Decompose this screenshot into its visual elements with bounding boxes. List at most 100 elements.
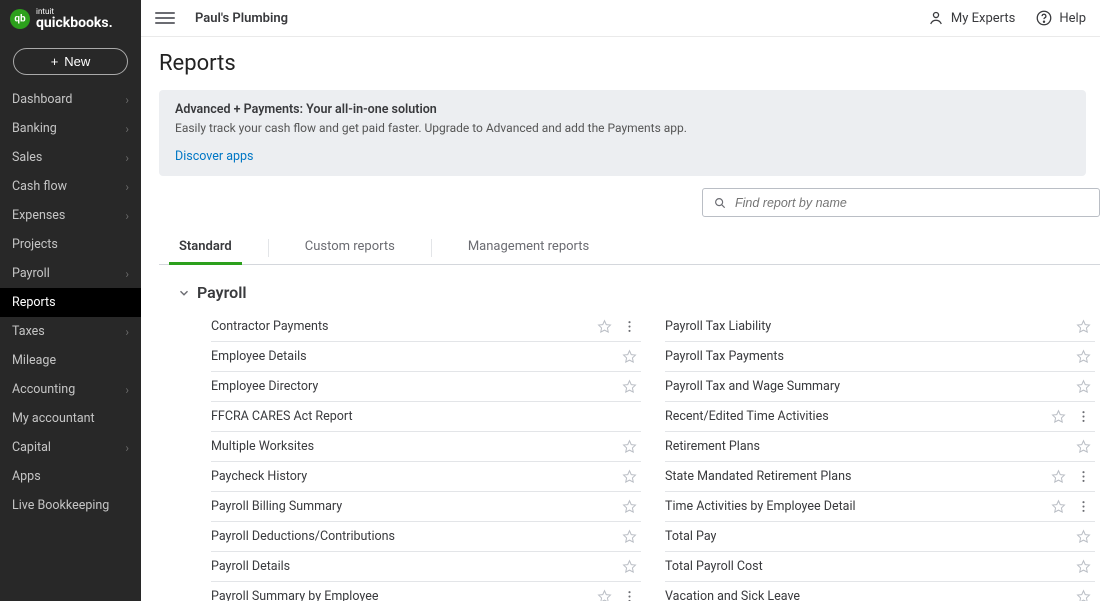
my-experts-link[interactable]: My Experts (927, 9, 1015, 27)
page-title: Reports (159, 51, 1100, 76)
star-icon[interactable] (622, 559, 637, 574)
report-link[interactable]: Payroll Tax and Wage Summary (665, 379, 840, 394)
more-icon[interactable] (622, 589, 637, 601)
tab-custom-reports[interactable]: Custom reports (305, 231, 395, 264)
new-button-label: New (64, 54, 90, 69)
report-link[interactable]: Time Activities by Employee Detail (665, 499, 856, 514)
promo-link[interactable]: Discover apps (175, 149, 254, 164)
row-actions (622, 439, 637, 454)
star-icon[interactable] (597, 319, 612, 334)
report-link[interactable]: FFCRA CARES Act Report (211, 409, 353, 424)
star-icon[interactable] (622, 439, 637, 454)
search-row (159, 188, 1100, 217)
company-name: Paul's Plumbing (195, 11, 288, 26)
brand-logo[interactable]: intuit quickbooks. (0, 0, 141, 42)
chevron-right-icon: › (125, 383, 129, 397)
report-link[interactable]: Payroll Summary by Employee (211, 589, 378, 601)
star-icon[interactable] (622, 379, 637, 394)
sidebar-item-cash-flow[interactable]: Cash flow› (0, 172, 141, 201)
new-button[interactable]: + New (13, 48, 128, 75)
my-experts-label: My Experts (951, 11, 1015, 26)
promo-heading: Advanced + Payments: Your all-in-one sol… (175, 102, 1070, 117)
sidebar-item-accounting[interactable]: Accounting› (0, 375, 141, 404)
row-actions (1051, 469, 1091, 484)
sidebar-item-banking[interactable]: Banking› (0, 114, 141, 143)
report-row: State Mandated Retirement Plans (665, 462, 1095, 492)
star-icon[interactable] (1076, 379, 1091, 394)
tab-standard[interactable]: Standard (179, 231, 232, 264)
section-header-payroll[interactable]: Payroll (177, 283, 1100, 302)
sidebar-item-capital[interactable]: Capital› (0, 433, 141, 462)
more-icon[interactable] (1076, 469, 1091, 484)
star-icon[interactable] (622, 349, 637, 364)
star-icon[interactable] (1076, 319, 1091, 334)
star-icon[interactable] (622, 499, 637, 514)
more-icon[interactable] (622, 319, 637, 334)
star-icon[interactable] (1051, 469, 1066, 484)
sidebar-item-sales[interactable]: Sales› (0, 143, 141, 172)
tab-management-reports[interactable]: Management reports (468, 231, 589, 264)
more-icon[interactable] (1076, 409, 1091, 424)
star-icon[interactable] (622, 469, 637, 484)
row-actions (597, 589, 637, 601)
help-icon (1035, 9, 1053, 27)
report-link[interactable]: Employee Directory (211, 379, 318, 394)
sidebar-item-taxes[interactable]: Taxes› (0, 317, 141, 346)
report-link[interactable]: Paycheck History (211, 469, 307, 484)
report-row: Total Pay (665, 522, 1095, 552)
sidebar-item-reports[interactable]: Reports (0, 288, 141, 317)
report-link[interactable]: State Mandated Retirement Plans (665, 469, 851, 484)
report-link[interactable]: Recent/Edited Time Activities (665, 409, 829, 424)
report-link[interactable]: Total Payroll Cost (665, 559, 763, 574)
tabs: Standard Custom reports Management reports (159, 231, 1100, 265)
row-actions (1076, 379, 1091, 394)
report-row: Multiple Worksites (211, 432, 641, 462)
more-icon[interactable] (1076, 499, 1091, 514)
star-icon[interactable] (1076, 439, 1091, 454)
content: Reports Advanced + Payments: Your all-in… (141, 37, 1100, 601)
row-actions (622, 469, 637, 484)
row-actions (1076, 529, 1091, 544)
sidebar-item-label: Expenses (12, 208, 65, 223)
search-box[interactable] (702, 188, 1100, 217)
sidebar-item-label: Dashboard (12, 92, 72, 107)
menu-icon[interactable] (155, 8, 175, 28)
chevron-down-icon (177, 286, 191, 300)
report-link[interactable]: Employee Details (211, 349, 307, 364)
sidebar-item-expenses[interactable]: Expenses› (0, 201, 141, 230)
star-icon[interactable] (1076, 529, 1091, 544)
sidebar-item-dashboard[interactable]: Dashboard› (0, 85, 141, 114)
star-icon[interactable] (1076, 349, 1091, 364)
star-icon[interactable] (622, 529, 637, 544)
report-column-left: Contractor Payments Employee Details Emplo… (211, 312, 641, 601)
star-icon[interactable] (1051, 409, 1066, 424)
help-link[interactable]: Help (1035, 9, 1086, 27)
report-link[interactable]: Payroll Tax Liability (665, 319, 771, 334)
report-row: Recent/Edited Time Activities (665, 402, 1095, 432)
report-row: Total Payroll Cost (665, 552, 1095, 582)
search-input[interactable] (735, 196, 1089, 210)
star-icon[interactable] (1076, 589, 1091, 601)
sidebar-item-payroll[interactable]: Payroll› (0, 259, 141, 288)
report-link[interactable]: Payroll Billing Summary (211, 499, 342, 514)
section-title: Payroll (197, 283, 247, 302)
sidebar-item-apps[interactable]: Apps (0, 462, 141, 491)
sidebar-item-my-accountant[interactable]: My accountant (0, 404, 141, 433)
report-link[interactable]: Total Pay (665, 529, 716, 544)
report-link[interactable]: Contractor Payments (211, 319, 329, 334)
report-link[interactable]: Retirement Plans (665, 439, 760, 454)
sidebar-item-live-bookkeeping[interactable]: Live Bookkeeping (0, 491, 141, 520)
star-icon[interactable] (597, 589, 612, 601)
star-icon[interactable] (1076, 559, 1091, 574)
sidebar-item-mileage[interactable]: Mileage (0, 346, 141, 375)
report-link[interactable]: Payroll Details (211, 559, 290, 574)
sidebar-item-projects[interactable]: Projects (0, 230, 141, 259)
chevron-right-icon: › (125, 267, 129, 281)
report-row: Time Activities by Employee Detail (665, 492, 1095, 522)
report-link[interactable]: Vacation and Sick Leave (665, 589, 800, 601)
report-link[interactable]: Multiple Worksites (211, 439, 314, 454)
report-link[interactable]: Payroll Deductions/Contributions (211, 529, 395, 544)
row-actions (1076, 349, 1091, 364)
report-link[interactable]: Payroll Tax Payments (665, 349, 784, 364)
star-icon[interactable] (1051, 499, 1066, 514)
